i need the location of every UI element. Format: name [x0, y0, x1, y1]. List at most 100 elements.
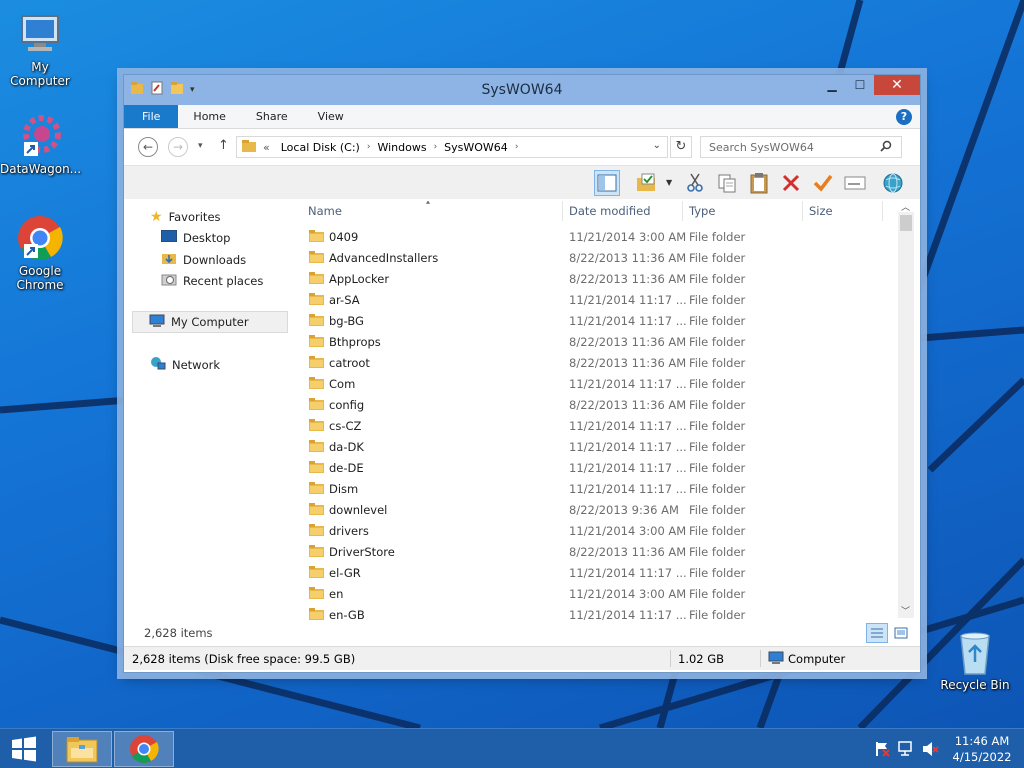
file-row[interactable]: Dism 11/21/2014 11:17 ... File folder — [296, 479, 886, 500]
nav-item-network[interactable]: Network — [150, 356, 220, 373]
up-arrow-icon[interactable]: ↑ — [218, 138, 229, 153]
tab-view[interactable]: View — [303, 105, 359, 128]
close-button[interactable]: ✕ — [874, 75, 920, 95]
cut-button[interactable] — [682, 170, 708, 196]
file-row[interactable]: el-GR 11/21/2014 11:17 ... File folder — [296, 563, 886, 584]
nav-item-favorites[interactable]: ★ Favorites — [150, 209, 221, 225]
delete-button[interactable] — [778, 170, 804, 196]
file-row[interactable]: cs-CZ 11/21/2014 11:17 ... File folder — [296, 416, 886, 437]
copy-button[interactable] — [714, 170, 740, 196]
navigation-bar: ← → ▾ ↑ « Local Disk (C:) › Windows › Sy… — [124, 129, 920, 165]
file-row[interactable]: da-DK 11/21/2014 11:17 ... File folder — [296, 437, 886, 458]
tab-home[interactable]: Home — [178, 105, 240, 128]
file-row[interactable]: ar-SA 11/21/2014 11:17 ... File folder — [296, 290, 886, 311]
file-row[interactable]: Com 11/21/2014 11:17 ... File folder — [296, 374, 886, 395]
file-row[interactable]: AdvancedInstallers 8/22/2013 11:36 AM File… — [296, 248, 886, 269]
column-divider[interactable] — [802, 201, 803, 221]
tab-file[interactable]: File — [124, 105, 179, 128]
select-button[interactable] — [842, 170, 868, 196]
refresh-button[interactable]: ↻ — [670, 136, 692, 158]
title-bar[interactable]: ▾ SysWOW64 ▁ ☐ ✕ — [124, 75, 920, 105]
file-row[interactable]: config 8/22/2013 11:36 AM File folder — [296, 395, 886, 416]
network-status-icon[interactable] — [898, 741, 916, 760]
action-center-flag-icon[interactable] — [874, 741, 890, 760]
scissors-icon — [687, 173, 703, 192]
volume-muted-icon[interactable] — [922, 741, 940, 760]
recent-locations-chevron-icon[interactable]: ▾ — [198, 141, 203, 151]
file-row[interactable]: DriverStore 8/22/2013 11:36 AM File folder — [296, 542, 886, 563]
navigation-pane: ★ Favorites Desktop Downloads Recent pla… — [124, 201, 296, 643]
folder-icon — [309, 545, 324, 557]
address-bar[interactable]: « Local Disk (C:) › Windows › SysWOW64 ›… — [236, 136, 668, 158]
folder-icon — [309, 587, 324, 599]
forward-button[interactable]: → — [168, 137, 188, 157]
network-globe-button[interactable] — [880, 170, 906, 196]
file-date-modified: 11/21/2014 11:17 ... — [569, 314, 687, 328]
breadcrumb-local-disk[interactable]: Local Disk (C:) — [274, 141, 367, 154]
file-row[interactable]: catroot 8/22/2013 11:36 AM File folder — [296, 353, 886, 374]
address-dropdown-chevron-icon[interactable]: ⌄ — [653, 140, 661, 151]
column-header-size[interactable]: Size — [809, 201, 833, 227]
taskbar-clock[interactable]: 11:46 AM 4/15/2022 — [944, 733, 1020, 765]
column-header-name[interactable]: Name — [308, 201, 342, 227]
desktop-icon-my-computer[interactable]: My Computer — [0, 10, 80, 88]
nav-item-recent-places[interactable]: Recent places — [161, 272, 263, 289]
large-icons-view-button[interactable] — [890, 623, 912, 643]
column-divider[interactable] — [882, 201, 883, 221]
column-header-type[interactable]: Type — [689, 201, 715, 227]
breadcrumb-separator-icon[interactable]: › — [515, 142, 519, 152]
folder-icon — [309, 503, 324, 515]
file-row[interactable]: de-DE 11/21/2014 11:17 ... File folder — [296, 458, 886, 479]
file-type: File folder — [689, 566, 746, 580]
vertical-scrollbar[interactable]: ︿ ﹀ — [898, 203, 914, 618]
column-divider[interactable] — [682, 201, 683, 221]
folder-icon — [309, 608, 324, 620]
file-row[interactable]: downlevel 8/22/2013 9:36 AM File folder — [296, 500, 886, 521]
file-type: File folder — [689, 419, 746, 433]
file-row[interactable]: AppLocker 8/22/2013 11:36 AM File folder — [296, 269, 886, 290]
preview-pane-button[interactable] — [594, 170, 620, 196]
status-divider — [670, 650, 671, 667]
nav-item-desktop[interactable]: Desktop — [160, 229, 230, 245]
minimize-button[interactable]: ▁ — [818, 75, 846, 95]
properties-dropdown-chevron-icon[interactable]: ▼ — [666, 178, 672, 187]
desktop-icon-datawagon[interactable]: DataWagon... — [0, 112, 81, 176]
maximize-button[interactable]: ☐ — [846, 75, 874, 95]
taskbar-google-chrome[interactable] — [114, 731, 174, 767]
nav-label: Network — [172, 357, 221, 372]
back-button[interactable]: ← — [138, 137, 158, 157]
scroll-up-arrow-icon[interactable]: ︿ — [901, 200, 910, 213]
file-row[interactable]: en 11/21/2014 3:00 AM File folder — [296, 584, 886, 605]
breadcrumb-windows[interactable]: Windows — [370, 141, 433, 154]
search-icon — [880, 140, 892, 155]
tab-share[interactable]: Share — [241, 105, 303, 128]
nav-item-downloads[interactable]: Downloads — [161, 251, 246, 268]
paste-button[interactable] — [746, 170, 772, 196]
help-icon[interactable]: ? — [896, 109, 912, 125]
file-row[interactable]: 0409 11/21/2014 3:00 AM File folder — [296, 227, 886, 248]
desktop-icon-google-chrome[interactable]: Google Chrome — [0, 214, 80, 292]
rename-button[interactable] — [810, 170, 836, 196]
folder-icon — [309, 272, 324, 284]
delete-x-icon — [782, 174, 800, 192]
file-date-modified: 8/22/2013 11:36 AM — [569, 398, 687, 412]
column-divider[interactable] — [562, 201, 563, 221]
item-count: 2,628 items — [144, 626, 213, 640]
column-header-date-modified[interactable]: Date modified — [569, 201, 651, 227]
file-row[interactable]: bg-BG 11/21/2014 11:17 ... File folder — [296, 311, 886, 332]
scrollbar-thumb[interactable] — [900, 215, 912, 231]
details-view-button[interactable] — [866, 623, 888, 643]
file-row[interactable]: drivers 11/21/2014 3:00 AM File folder — [296, 521, 886, 542]
start-button[interactable] — [0, 731, 48, 767]
nav-label: Recent places — [183, 273, 264, 288]
breadcrumb-syswow64[interactable]: SysWOW64 — [437, 141, 515, 154]
address-overflow[interactable]: « — [257, 141, 274, 154]
file-row[interactable]: Bthprops 8/22/2013 11:36 AM File folder — [296, 332, 886, 353]
nav-item-my-computer[interactable]: My Computer — [132, 311, 288, 333]
properties-button[interactable] — [634, 170, 660, 196]
desktop-icon-recycle-bin[interactable]: Recycle Bin — [935, 628, 1015, 692]
search-input[interactable]: Search SysWOW64 — [700, 136, 902, 158]
taskbar-file-explorer[interactable] — [52, 731, 112, 767]
scroll-down-arrow-icon[interactable]: ﹀ — [901, 604, 910, 617]
file-name: cs-CZ — [329, 419, 362, 433]
